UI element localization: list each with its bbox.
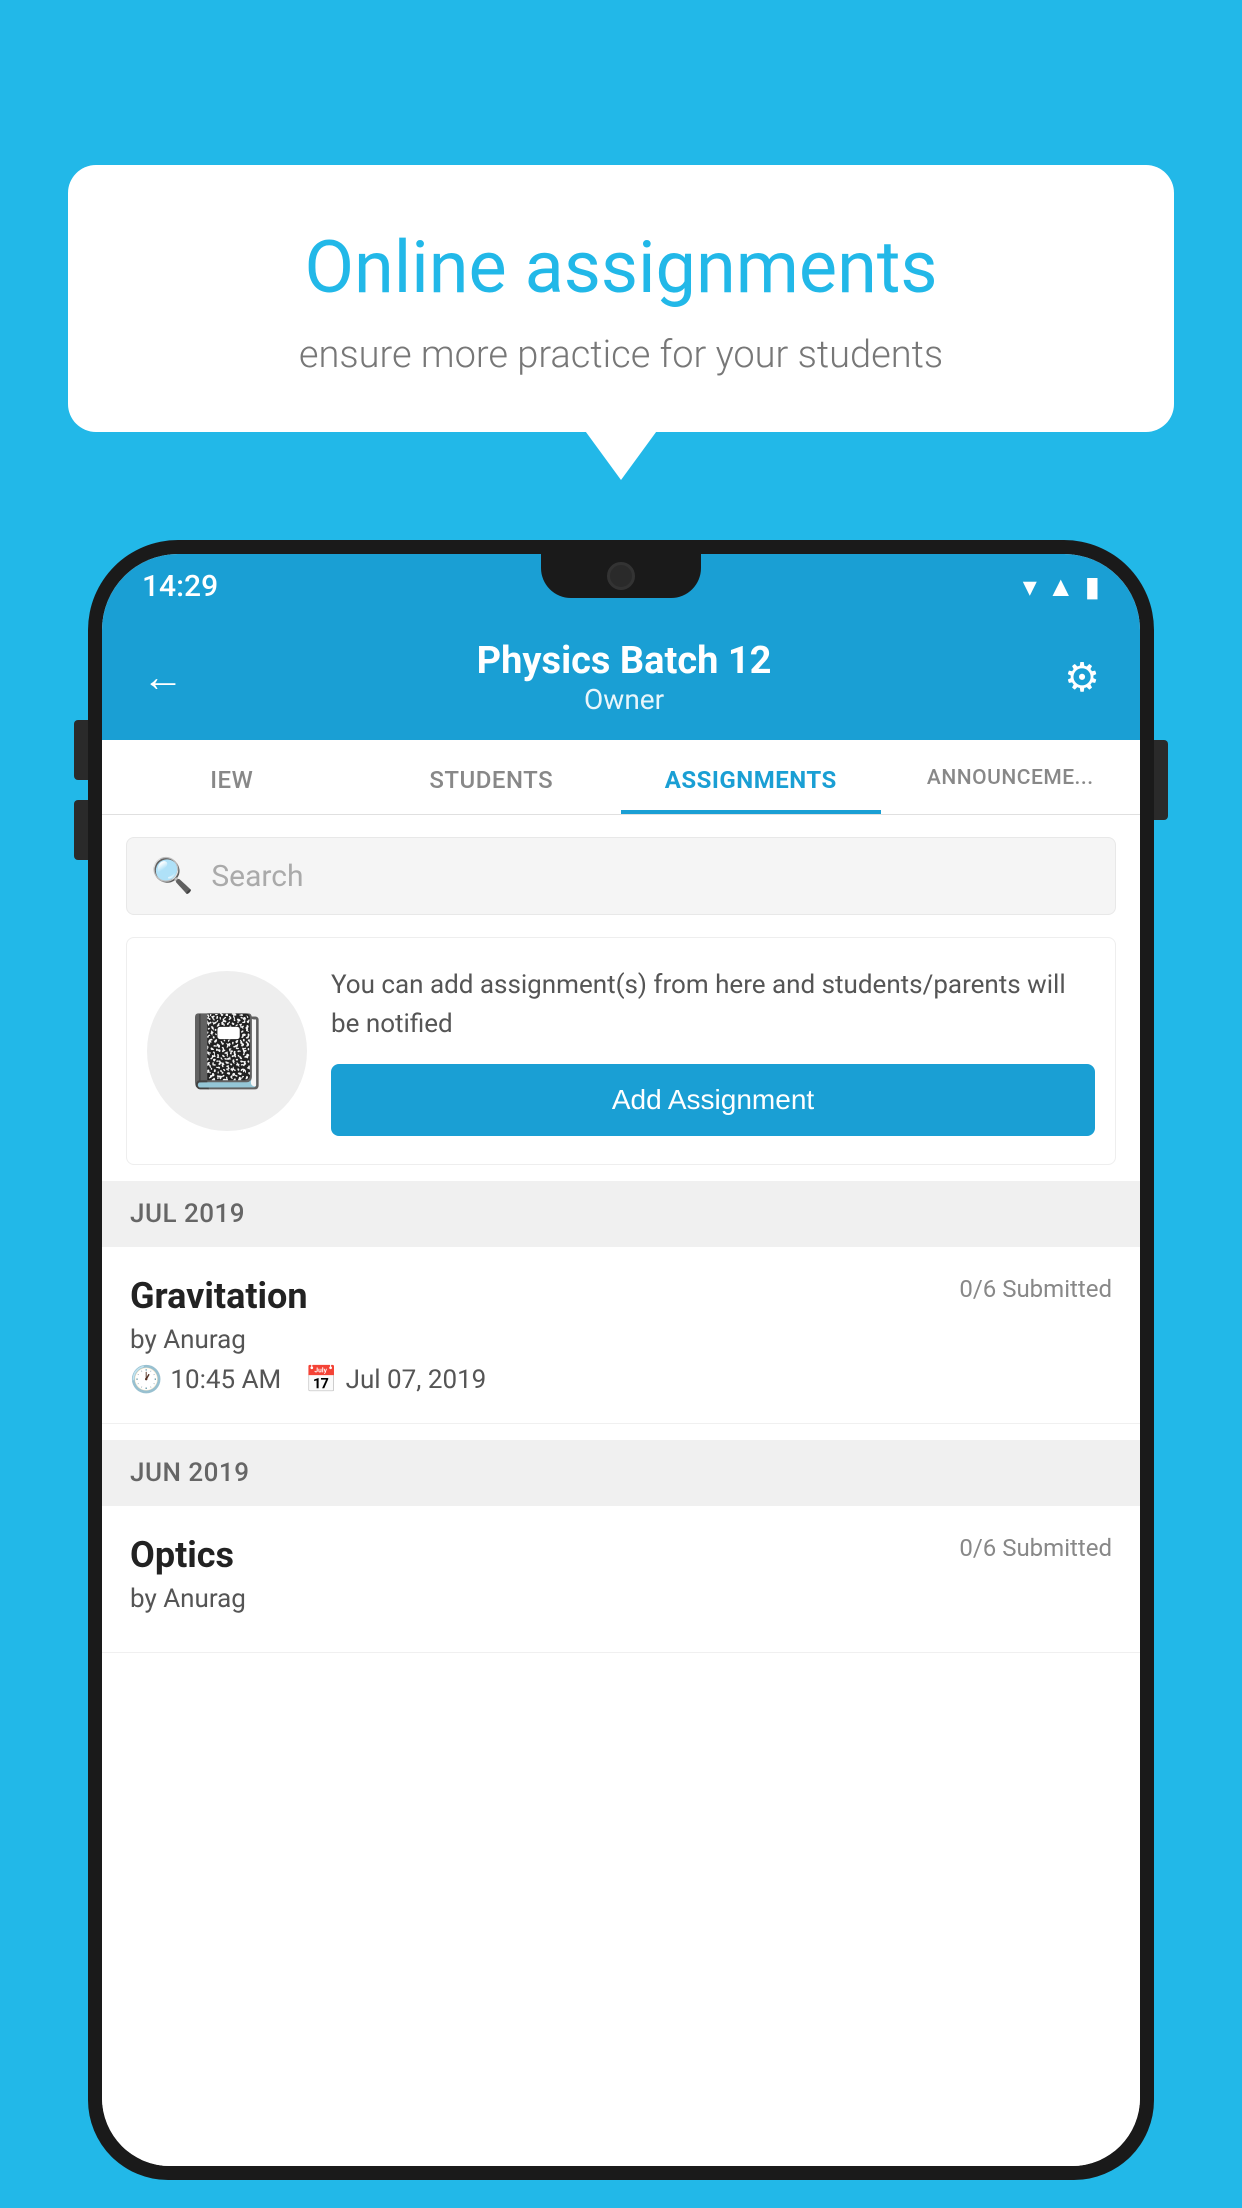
- assignment-date: Jul 07, 2019: [346, 1365, 487, 1395]
- meta-date: 📅 Jul 07, 2019: [305, 1365, 486, 1395]
- assignment-by: by Anurag: [130, 1584, 1112, 1614]
- signal-icon: ▲: [1047, 570, 1075, 603]
- content-area: 🔍 Search 📓 You can add assignment(s) fro…: [102, 815, 1140, 2166]
- section-header-jul: JUL 2019: [102, 1181, 1140, 1247]
- assignment-row1: Optics 0/6 Submitted: [130, 1534, 1112, 1576]
- back-button[interactable]: ←: [142, 653, 184, 702]
- phone-camera: [607, 562, 635, 590]
- assignment-name: Gravitation: [130, 1275, 308, 1317]
- tabs-row: IEW STUDENTS ASSIGNMENTS ANNOUNCEME...: [102, 740, 1140, 815]
- phone-power-button: [1154, 740, 1168, 820]
- assignment-time: 10:45 AM: [170, 1365, 281, 1395]
- header-title-area: Physics Batch 12 Owner: [477, 639, 772, 716]
- tab-students[interactable]: STUDENTS: [362, 740, 622, 814]
- meta-time: 🕐 10:45 AM: [130, 1365, 281, 1395]
- assignment-by: by Anurag: [130, 1325, 1112, 1355]
- clock-icon: 🕐: [130, 1365, 162, 1395]
- settings-button[interactable]: ⚙: [1064, 654, 1100, 701]
- battery-icon: ▮: [1085, 570, 1100, 603]
- assignment-row1: Gravitation 0/6 Submitted: [130, 1275, 1112, 1317]
- header-subtitle: Owner: [477, 683, 772, 716]
- phone-vol-down-button: [74, 800, 88, 860]
- assignment-submitted: 0/6 Submitted: [959, 1534, 1112, 1562]
- phone-outer: 14:29 ▾ ▲ ▮ ← Physics Batch 12 Owner ⚙ I…: [88, 540, 1154, 2180]
- phone-vol-up-button: [74, 720, 88, 780]
- list-item[interactable]: Optics 0/6 Submitted by Anurag: [102, 1506, 1140, 1653]
- assignment-meta: 🕐 10:45 AM 📅 Jul 07, 2019: [130, 1365, 1112, 1395]
- promo-text: You can add assignment(s) from here and …: [331, 966, 1095, 1044]
- notebook-icon: 📓: [182, 1009, 272, 1094]
- search-icon: 🔍: [151, 856, 193, 896]
- tab-assignments[interactable]: ASSIGNMENTS: [621, 740, 881, 814]
- status-time: 14:29: [142, 569, 218, 604]
- phone-notch: [541, 554, 701, 598]
- promo-icon-circle: 📓: [147, 971, 307, 1131]
- wifi-icon: ▾: [1023, 570, 1037, 603]
- tab-announcements[interactable]: ANNOUNCEME...: [881, 740, 1141, 814]
- add-assignment-button[interactable]: Add Assignment: [331, 1064, 1095, 1136]
- phone-frame: 14:29 ▾ ▲ ▮ ← Physics Batch 12 Owner ⚙ I…: [88, 540, 1154, 2208]
- assignment-name: Optics: [130, 1534, 234, 1576]
- speech-bubble-title: Online assignments: [128, 225, 1114, 311]
- phone-screen: 14:29 ▾ ▲ ▮ ← Physics Batch 12 Owner ⚙ I…: [102, 554, 1140, 2166]
- calendar-icon: 📅: [305, 1365, 337, 1395]
- speech-bubble-subtitle: ensure more practice for your students: [128, 333, 1114, 377]
- header-title: Physics Batch 12: [477, 639, 772, 683]
- promo-right: You can add assignment(s) from here and …: [331, 966, 1095, 1136]
- search-bar[interactable]: 🔍 Search: [126, 837, 1116, 915]
- speech-bubble-container: Online assignments ensure more practice …: [68, 165, 1174, 432]
- status-icons: ▾ ▲ ▮: [1023, 570, 1100, 603]
- tab-iew[interactable]: IEW: [102, 740, 362, 814]
- app-header: ← Physics Batch 12 Owner ⚙: [102, 619, 1140, 740]
- assignment-submitted: 0/6 Submitted: [959, 1275, 1112, 1303]
- search-placeholder: Search: [211, 859, 303, 894]
- speech-bubble: Online assignments ensure more practice …: [68, 165, 1174, 432]
- list-item[interactable]: Gravitation 0/6 Submitted by Anurag 🕐 10…: [102, 1247, 1140, 1424]
- section-header-jun: JUN 2019: [102, 1440, 1140, 1506]
- promo-card: 📓 You can add assignment(s) from here an…: [126, 937, 1116, 1165]
